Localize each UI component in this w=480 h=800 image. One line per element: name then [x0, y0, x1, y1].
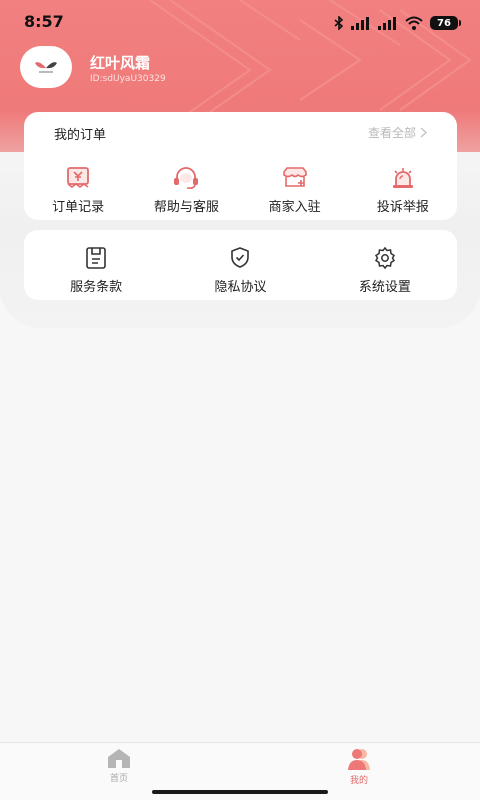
privacy-policy-button[interactable]: 隐私协议 — [168, 246, 312, 295]
headset-icon — [174, 167, 199, 189]
battery-level: 76 — [437, 17, 451, 29]
privacy-policy-label: 隐私协议 — [214, 280, 267, 295]
avatar[interactable] — [20, 46, 72, 88]
order-records-label: 订单记录 — [52, 200, 105, 215]
tab-mine-label: 我的 — [349, 776, 368, 786]
complaint-report-button[interactable]: 投诉举报 — [349, 166, 457, 215]
orders-card: 我的订单 查看全部 订单记录 帮助与客服 商家入驻 投诉举报 — [24, 112, 457, 220]
system-settings-label: 系统设置 — [358, 280, 411, 295]
view-all-link[interactable]: 查看全部 — [368, 124, 427, 141]
view-all-label: 查看全部 — [367, 126, 416, 140]
status-bar: 8:57 76 — [0, 0, 480, 44]
user-id: ID:sdUyaU30329 — [90, 74, 166, 84]
battery-icon: 76 — [430, 16, 461, 30]
merchant-join-button[interactable]: 商家入驻 — [241, 166, 349, 215]
logo-icon — [35, 62, 57, 73]
merchant-join-label: 商家入驻 — [268, 200, 321, 215]
chevron-right-icon — [420, 127, 427, 138]
orders-grid: 订单记录 帮助与客服 商家入驻 投诉举报 — [24, 166, 457, 215]
home-indicator — [152, 790, 328, 794]
alarm-icon — [392, 168, 413, 188]
gear-icon — [374, 246, 395, 270]
bluetooth-icon — [334, 16, 344, 30]
order-records-button[interactable]: 订单记录 — [24, 166, 132, 215]
services-card: 服务条款 隐私协议 系统设置 — [24, 230, 457, 300]
services-grid: 服务条款 隐私协议 系统设置 — [24, 246, 457, 295]
status-time: 8:57 — [24, 12, 64, 31]
signal-icon-2 — [378, 17, 396, 30]
orders-title: 我的订单 — [54, 128, 107, 143]
terms-of-service-button[interactable]: 服务条款 — [24, 246, 168, 295]
help-service-button[interactable]: 帮助与客服 — [132, 166, 240, 215]
shop-icon — [282, 167, 307, 187]
shield-icon — [231, 247, 250, 268]
receipt-icon — [67, 167, 90, 188]
tab-home[interactable]: 首页 — [79, 747, 159, 784]
help-service-label: 帮助与客服 — [153, 200, 219, 215]
tab-home-label: 首页 — [109, 774, 128, 784]
system-settings-button[interactable]: 系统设置 — [313, 246, 457, 295]
tab-mine[interactable]: 我的 — [319, 747, 399, 786]
user-icon — [348, 749, 370, 770]
home-icon — [108, 749, 130, 768]
document-icon — [86, 247, 106, 269]
terms-of-service-label: 服务条款 — [70, 280, 123, 295]
signal-icon — [351, 17, 369, 30]
wifi-icon — [405, 16, 423, 30]
complaint-report-label: 投诉举报 — [376, 200, 429, 215]
status-icons: 76 — [334, 14, 461, 32]
user-name: 红叶风霜 — [90, 54, 151, 72]
